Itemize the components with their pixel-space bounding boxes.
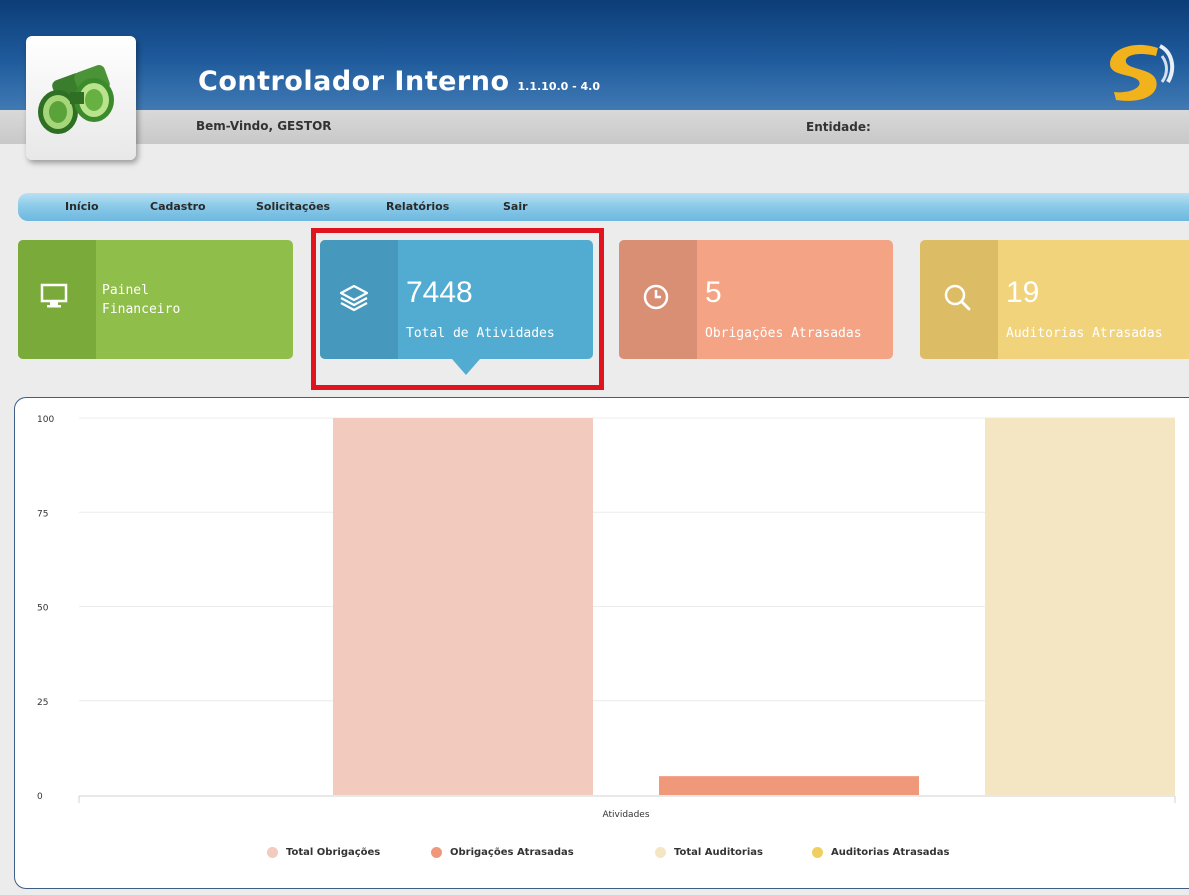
legend-swatch	[431, 847, 442, 858]
tile-auditorias-atrasadas[interactable]: 19 Auditorias Atrasadas	[920, 240, 1189, 359]
tile-atividades-label: Total de Atividades	[406, 326, 555, 341]
menu-item-sair[interactable]: Sair	[503, 200, 528, 213]
x-axis-label: Atividades	[602, 810, 649, 820]
menu-item-solicitacoes[interactable]: Solicitações	[256, 200, 330, 213]
legend-swatch	[812, 847, 823, 858]
chart-legend: Total Obrigações Obrigações Atrasadas Tota…	[15, 845, 1189, 865]
y-tick-label: 50	[37, 604, 49, 614]
tile-obrigacoes-value: 5	[705, 276, 722, 309]
clock-icon	[643, 284, 669, 310]
tile-auditorias-label: Auditorias Atrasadas	[1006, 326, 1163, 341]
app-header: Controlador Interno 1.1.10.0 - 4.0	[0, 0, 1189, 110]
y-tick-label: 75	[37, 509, 48, 519]
tile-painel-financeiro[interactable]: Painel Financeiro	[18, 240, 293, 359]
layers-icon	[339, 284, 369, 312]
y-tick-label: 100	[37, 415, 54, 425]
app-logo	[26, 36, 136, 160]
legend-swatch	[267, 847, 278, 858]
main-menu: Início Cadastro Solicitações Relatórios …	[18, 193, 1189, 221]
entidade-label: Entidade:	[806, 120, 871, 134]
legend-item[interactable]: Obrigações Atrasadas	[450, 847, 574, 858]
legend-item[interactable]: Total Auditorias	[674, 847, 763, 858]
tile-obrigacoes-label: Obrigações Atrasadas	[705, 326, 862, 341]
tile-painel-line1: Painel	[102, 283, 149, 298]
binoculars-icon	[38, 65, 114, 134]
tile-obrigacoes-atrasadas[interactable]: 5 Obrigações Atrasadas	[619, 240, 893, 359]
legend-item[interactable]: Total Obrigações	[286, 847, 380, 858]
bar-2	[985, 418, 1175, 795]
bar-chart: 0 25 50 75 100 Atividades	[37, 415, 1176, 820]
tile-total-atividades[interactable]: 7448 Total de Atividades	[320, 240, 593, 375]
search-icon	[944, 284, 971, 311]
bar-0	[333, 418, 593, 795]
monitor-icon	[40, 283, 68, 308]
bar-1	[659, 776, 919, 795]
tile-auditorias-value: 19	[1006, 276, 1040, 309]
tile-atividades-value: 7448	[406, 276, 473, 309]
menu-item-relatorios[interactable]: Relatórios	[386, 200, 449, 213]
y-tick-label: 25	[37, 698, 48, 708]
app-title: Controlador Interno 1.1.10.0 - 4.0	[198, 66, 601, 97]
page: Controlador Interno 1.1.10.0 - 4.0 Bem-Vi…	[0, 0, 1189, 895]
welcome-text: Bem-Vindo, GESTOR	[196, 119, 332, 133]
menu-item-cadastro[interactable]: Cadastro	[150, 200, 206, 213]
app-version: 1.1.10.0 - 4.0	[517, 80, 601, 93]
info-bar: Bem-Vindo, GESTOR Entidade:	[0, 110, 1189, 144]
selected-pointer	[452, 359, 480, 375]
legend-swatch	[655, 847, 666, 858]
chart-panel: 0 25 50 75 100 Atividades Total Obrigações Obr…	[14, 397, 1189, 889]
legend-item[interactable]: Auditorias Atrasadas	[831, 847, 949, 858]
tile-painel-line2: Financeiro	[102, 302, 181, 317]
menu-item-inicio[interactable]: Início	[65, 200, 99, 213]
brand-logo-icon	[1110, 44, 1175, 101]
y-tick-label: 0	[37, 792, 43, 802]
